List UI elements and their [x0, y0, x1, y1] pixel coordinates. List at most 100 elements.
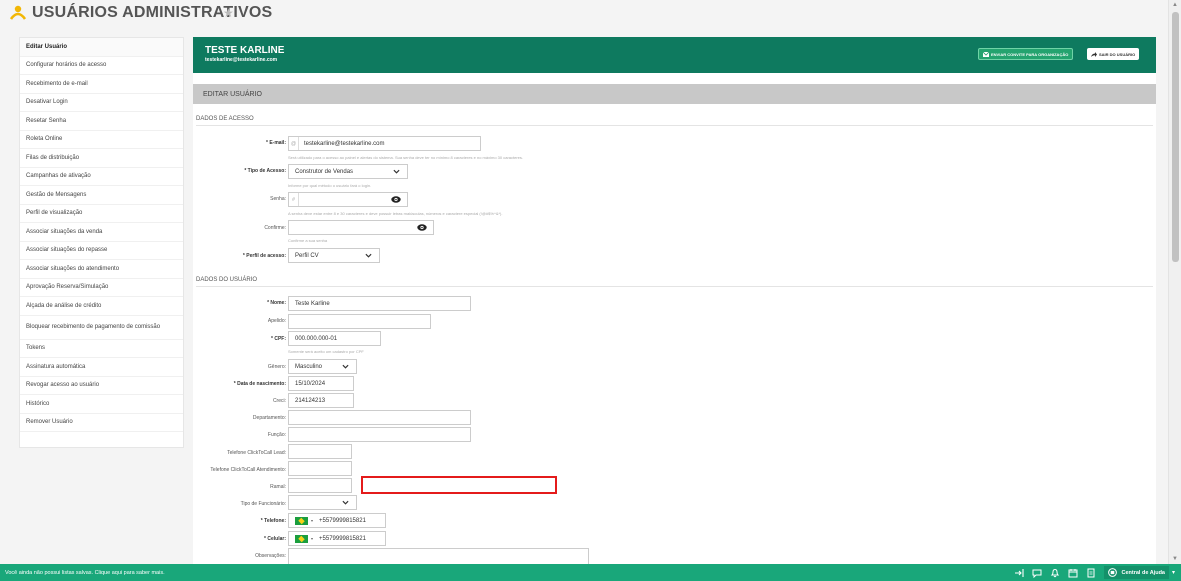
- invite-organization-button[interactable]: ENVIAR CONVITE PARA ORGANIZAÇÃO: [978, 48, 1074, 60]
- sidebar-menu: Editar Usuário Configurar horários de ac…: [19, 37, 184, 448]
- sidebar-item-resetar-senha[interactable]: Resetar Senha: [20, 112, 183, 131]
- password-help: A senha deve estar entre 8 e 30 caracter…: [288, 211, 503, 216]
- logout-user-button[interactable]: SAIR DO USUÁRIO: [1087, 48, 1140, 60]
- highlight-box: [361, 476, 557, 494]
- page-header: USUÁRIOS ADMINISTRATIVOS ★: [0, 0, 1168, 30]
- sidebar-item-editar-usuario[interactable]: Editar Usuário: [20, 38, 183, 57]
- gender-select[interactable]: Masculino: [288, 359, 357, 374]
- country-caret-icon[interactable]: ▾: [311, 518, 313, 523]
- name-field[interactable]: Teste Karline: [288, 296, 471, 311]
- notes-textarea[interactable]: [288, 548, 589, 564]
- nickname-field[interactable]: [288, 314, 431, 329]
- sidebar-item-situacoes-atendimento[interactable]: Associar situações do atendimento: [20, 260, 183, 279]
- exit-icon[interactable]: [1014, 568, 1025, 578]
- scroll-up-icon[interactable]: ▲: [1172, 2, 1178, 8]
- department-field[interactable]: [288, 410, 471, 425]
- sidebar-item-aprovacao-reserva[interactable]: Aprovação Reserva/Simulação: [20, 279, 183, 297]
- logout-button-label: SAIR DO USUÁRIO: [1099, 51, 1136, 57]
- notes-label: Observações:: [255, 553, 286, 559]
- email-value: testekarline@testekarline.com: [304, 140, 385, 147]
- mobile-value: +5579999815821: [319, 535, 366, 542]
- sidebar-item-situacoes-repasse[interactable]: Associar situações do repasse: [20, 242, 183, 260]
- role-label: Função:: [267, 432, 286, 438]
- name-label: * Nome:: [267, 300, 286, 306]
- sidebar-item-alcada-credito[interactable]: Alçada de análise de crédito: [20, 297, 183, 316]
- access-type-select[interactable]: Construtor de Vendas: [288, 164, 408, 179]
- sidebar-item-campanhas-ativacao[interactable]: Campanhas de ativação: [20, 168, 183, 186]
- access-profile-select[interactable]: Perfil CV: [288, 248, 380, 263]
- document-icon[interactable]: [1086, 568, 1096, 578]
- chevron-down-icon: [342, 364, 349, 369]
- confirm-password-field[interactable]: [288, 220, 434, 235]
- phone-field[interactable]: ▾ +5579999815821: [288, 513, 386, 528]
- clicktocall-service-field[interactable]: [288, 461, 352, 476]
- password-label: Senha:: [270, 196, 286, 202]
- saved-lists-message[interactable]: Você ainda não possui listas salvas. Cli…: [5, 570, 1014, 576]
- show-password-eye-icon[interactable]: [391, 196, 401, 203]
- invite-button-label: ENVIAR CONVITE PARA ORGANIZAÇÃO: [991, 51, 1069, 57]
- nickname-label: Apelido:: [267, 318, 286, 324]
- divider: [196, 286, 1153, 287]
- employee-type-select[interactable]: [288, 495, 357, 510]
- mobile-field[interactable]: ▾ +5579999815821: [288, 531, 386, 546]
- phone-label: * Telefone:: [260, 518, 286, 524]
- gender-label: Gênero:: [267, 364, 286, 370]
- password-field[interactable]: #: [288, 192, 408, 207]
- brazil-flag-icon[interactable]: [295, 534, 308, 543]
- access-type-value: Construtor de Vendas: [295, 168, 354, 175]
- users-group-icon: [9, 5, 27, 20]
- department-label: Departamento:: [252, 415, 286, 421]
- confirm-help: Confirme a sua senha: [288, 238, 328, 243]
- envelope-icon: [983, 51, 989, 57]
- chat-icon[interactable]: [1032, 568, 1042, 578]
- sidebar-item-horarios-acesso[interactable]: Configurar horários de acesso: [20, 57, 183, 75]
- chevron-down-icon: [393, 169, 400, 174]
- sidebar-item-historico[interactable]: Histórico: [20, 395, 183, 414]
- mobile-label: * Celular:: [264, 536, 286, 542]
- page-scrollbar[interactable]: ▲ ▼: [1168, 0, 1181, 564]
- edit-user-section-bar: EDITAR USUÁRIO: [193, 84, 1156, 104]
- scrollbar-thumb[interactable]: [1172, 12, 1179, 262]
- favorite-star-icon[interactable]: ★: [223, 6, 234, 20]
- sidebar-item-revogar-acesso[interactable]: Revogar acesso ao usuário: [20, 377, 183, 395]
- email-label: * E-mail:: [265, 140, 286, 146]
- bottom-bar: Você ainda não possui listas salvas. Cli…: [0, 564, 1181, 581]
- sidebar-item-bloquear-comissao[interactable]: Bloquear recebimento de pagamento de com…: [20, 316, 183, 340]
- cpf-help: Somente será aceito um cadastro por CPF: [288, 349, 364, 354]
- user-email: testekarline@testekarline.com: [205, 57, 278, 63]
- bell-icon[interactable]: [1050, 568, 1060, 578]
- country-caret-icon[interactable]: ▾: [311, 536, 313, 541]
- clicktocall-lead-label: Telefone ClickToCall Lead:: [227, 450, 286, 456]
- sidebar-item-situacoes-venda[interactable]: Associar situações da venda: [20, 223, 183, 242]
- clicktocall-lead-field[interactable]: [288, 444, 352, 459]
- cpf-value: 000.000.000-01: [295, 335, 338, 342]
- sidebar-item-perfil-visualizacao[interactable]: Perfil de visualização: [20, 205, 183, 223]
- birth-value: 15/10/2024: [295, 380, 326, 387]
- help-center-button[interactable]: Central de Ajuda: [1104, 566, 1169, 579]
- creci-field[interactable]: 214124213: [288, 393, 354, 408]
- sidebar-item-assinatura-automatica[interactable]: Assinatura automática: [20, 358, 183, 377]
- sidebar-item-tokens[interactable]: Tokens: [20, 340, 183, 358]
- sidebar-item-gestao-mensagens[interactable]: Gestão de Mensagens: [20, 186, 183, 205]
- show-confirm-eye-icon[interactable]: [417, 224, 427, 231]
- brazil-flag-icon[interactable]: [295, 516, 308, 525]
- sidebar-item-remover-usuario[interactable]: Remover Usuário: [20, 414, 183, 432]
- calendar-icon[interactable]: [1068, 568, 1078, 578]
- extension-field[interactable]: [288, 478, 352, 493]
- email-field[interactable]: @ testekarline@testekarline.com: [288, 136, 481, 151]
- chevron-down-icon: [342, 500, 349, 505]
- cpf-field[interactable]: 000.000.000-01: [288, 331, 381, 346]
- role-field[interactable]: [288, 427, 471, 442]
- user-data-title: DADOS DO USUÁRIO: [196, 277, 258, 283]
- sidebar-item-roleta-online[interactable]: Roleta Online: [20, 131, 183, 149]
- scroll-down-icon[interactable]: ▼: [1172, 556, 1178, 562]
- profile-label: * Perfil de acesso:: [242, 253, 286, 259]
- birth-date-field[interactable]: 15/10/2024: [288, 376, 354, 391]
- sidebar-item-recebimento-email[interactable]: Recebimento de e-mail: [20, 75, 183, 94]
- access-type-help: Informe por qual método o usuário fará o…: [288, 183, 372, 188]
- sidebar-item-filas-distribuicao[interactable]: Filas de distribuição: [20, 149, 183, 168]
- email-help: Será utilizado para o acesso ao painel e…: [288, 155, 524, 160]
- divider: [196, 125, 1153, 126]
- sidebar-item-desativar-login[interactable]: Desativar Login: [20, 94, 183, 112]
- chevron-down-icon[interactable]: ▾: [1172, 569, 1175, 576]
